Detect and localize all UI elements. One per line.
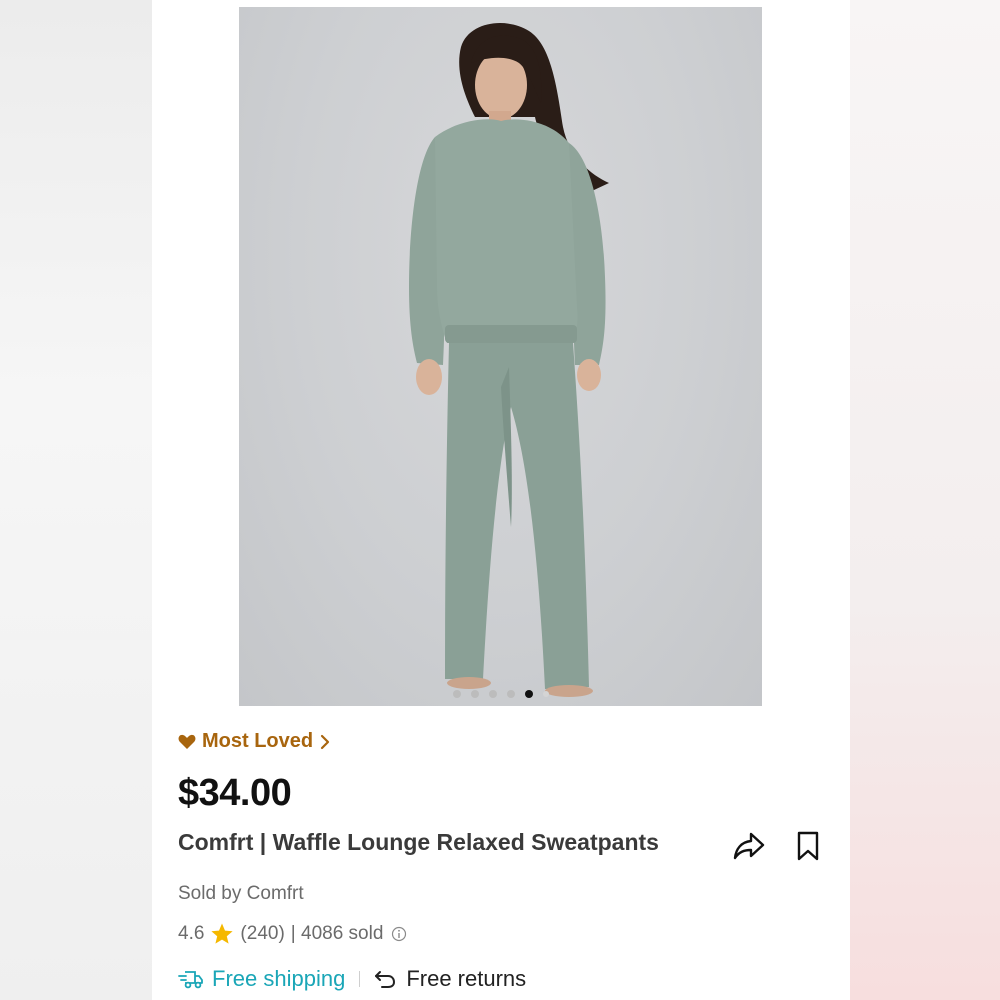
free-shipping[interactable]: Free shipping bbox=[178, 966, 345, 992]
right-backdrop bbox=[850, 0, 1000, 1000]
gallery-dot[interactable] bbox=[542, 691, 549, 697]
badge-label: Most Loved bbox=[202, 730, 314, 752]
left-backdrop bbox=[0, 0, 152, 1000]
return-arrow-icon bbox=[375, 971, 396, 988]
perk-divider bbox=[359, 971, 361, 987]
bookmark-icon[interactable] bbox=[795, 830, 821, 862]
free-returns[interactable]: Free returns bbox=[374, 966, 526, 992]
star-icon bbox=[211, 923, 234, 944]
most-loved-badge[interactable]: Most Loved bbox=[178, 730, 331, 753]
gallery-dot[interactable] bbox=[452, 690, 461, 698]
rating-value: 4.6 bbox=[178, 923, 205, 944]
delivery-truck-icon bbox=[178, 971, 203, 989]
seller-link[interactable]: Sold by Comfrt bbox=[178, 883, 304, 905]
gallery-dot[interactable] bbox=[506, 690, 515, 698]
product-price: $34.00 bbox=[178, 772, 292, 814]
free-shipping-label: Free shipping bbox=[212, 966, 346, 991]
gallery-dot[interactable] bbox=[488, 690, 497, 698]
rating-row[interactable]: 4.6 (240) | 4086 sold bbox=[178, 922, 407, 946]
review-count: (240) bbox=[240, 923, 285, 944]
heart-icon bbox=[178, 734, 196, 749]
gallery-dot-active[interactable] bbox=[524, 690, 533, 698]
gallery-pagination[interactable] bbox=[239, 690, 762, 700]
model-illustration bbox=[409, 23, 609, 697]
seller-label: Sold by Comfrt bbox=[178, 883, 304, 904]
free-returns-label: Free returns bbox=[406, 966, 527, 991]
perks-row: Free shipping Free returns bbox=[178, 966, 526, 992]
chevron-right-icon bbox=[321, 734, 330, 749]
gallery-dot[interactable] bbox=[470, 690, 479, 698]
product-title: Comfrt | Waffle Lounge Relaxed Sweatpant… bbox=[178, 829, 659, 855]
info-icon[interactable] bbox=[391, 926, 407, 942]
sold-count: | 4086 sold bbox=[290, 923, 384, 944]
product-image[interactable] bbox=[239, 7, 762, 706]
share-icon[interactable] bbox=[732, 830, 766, 862]
